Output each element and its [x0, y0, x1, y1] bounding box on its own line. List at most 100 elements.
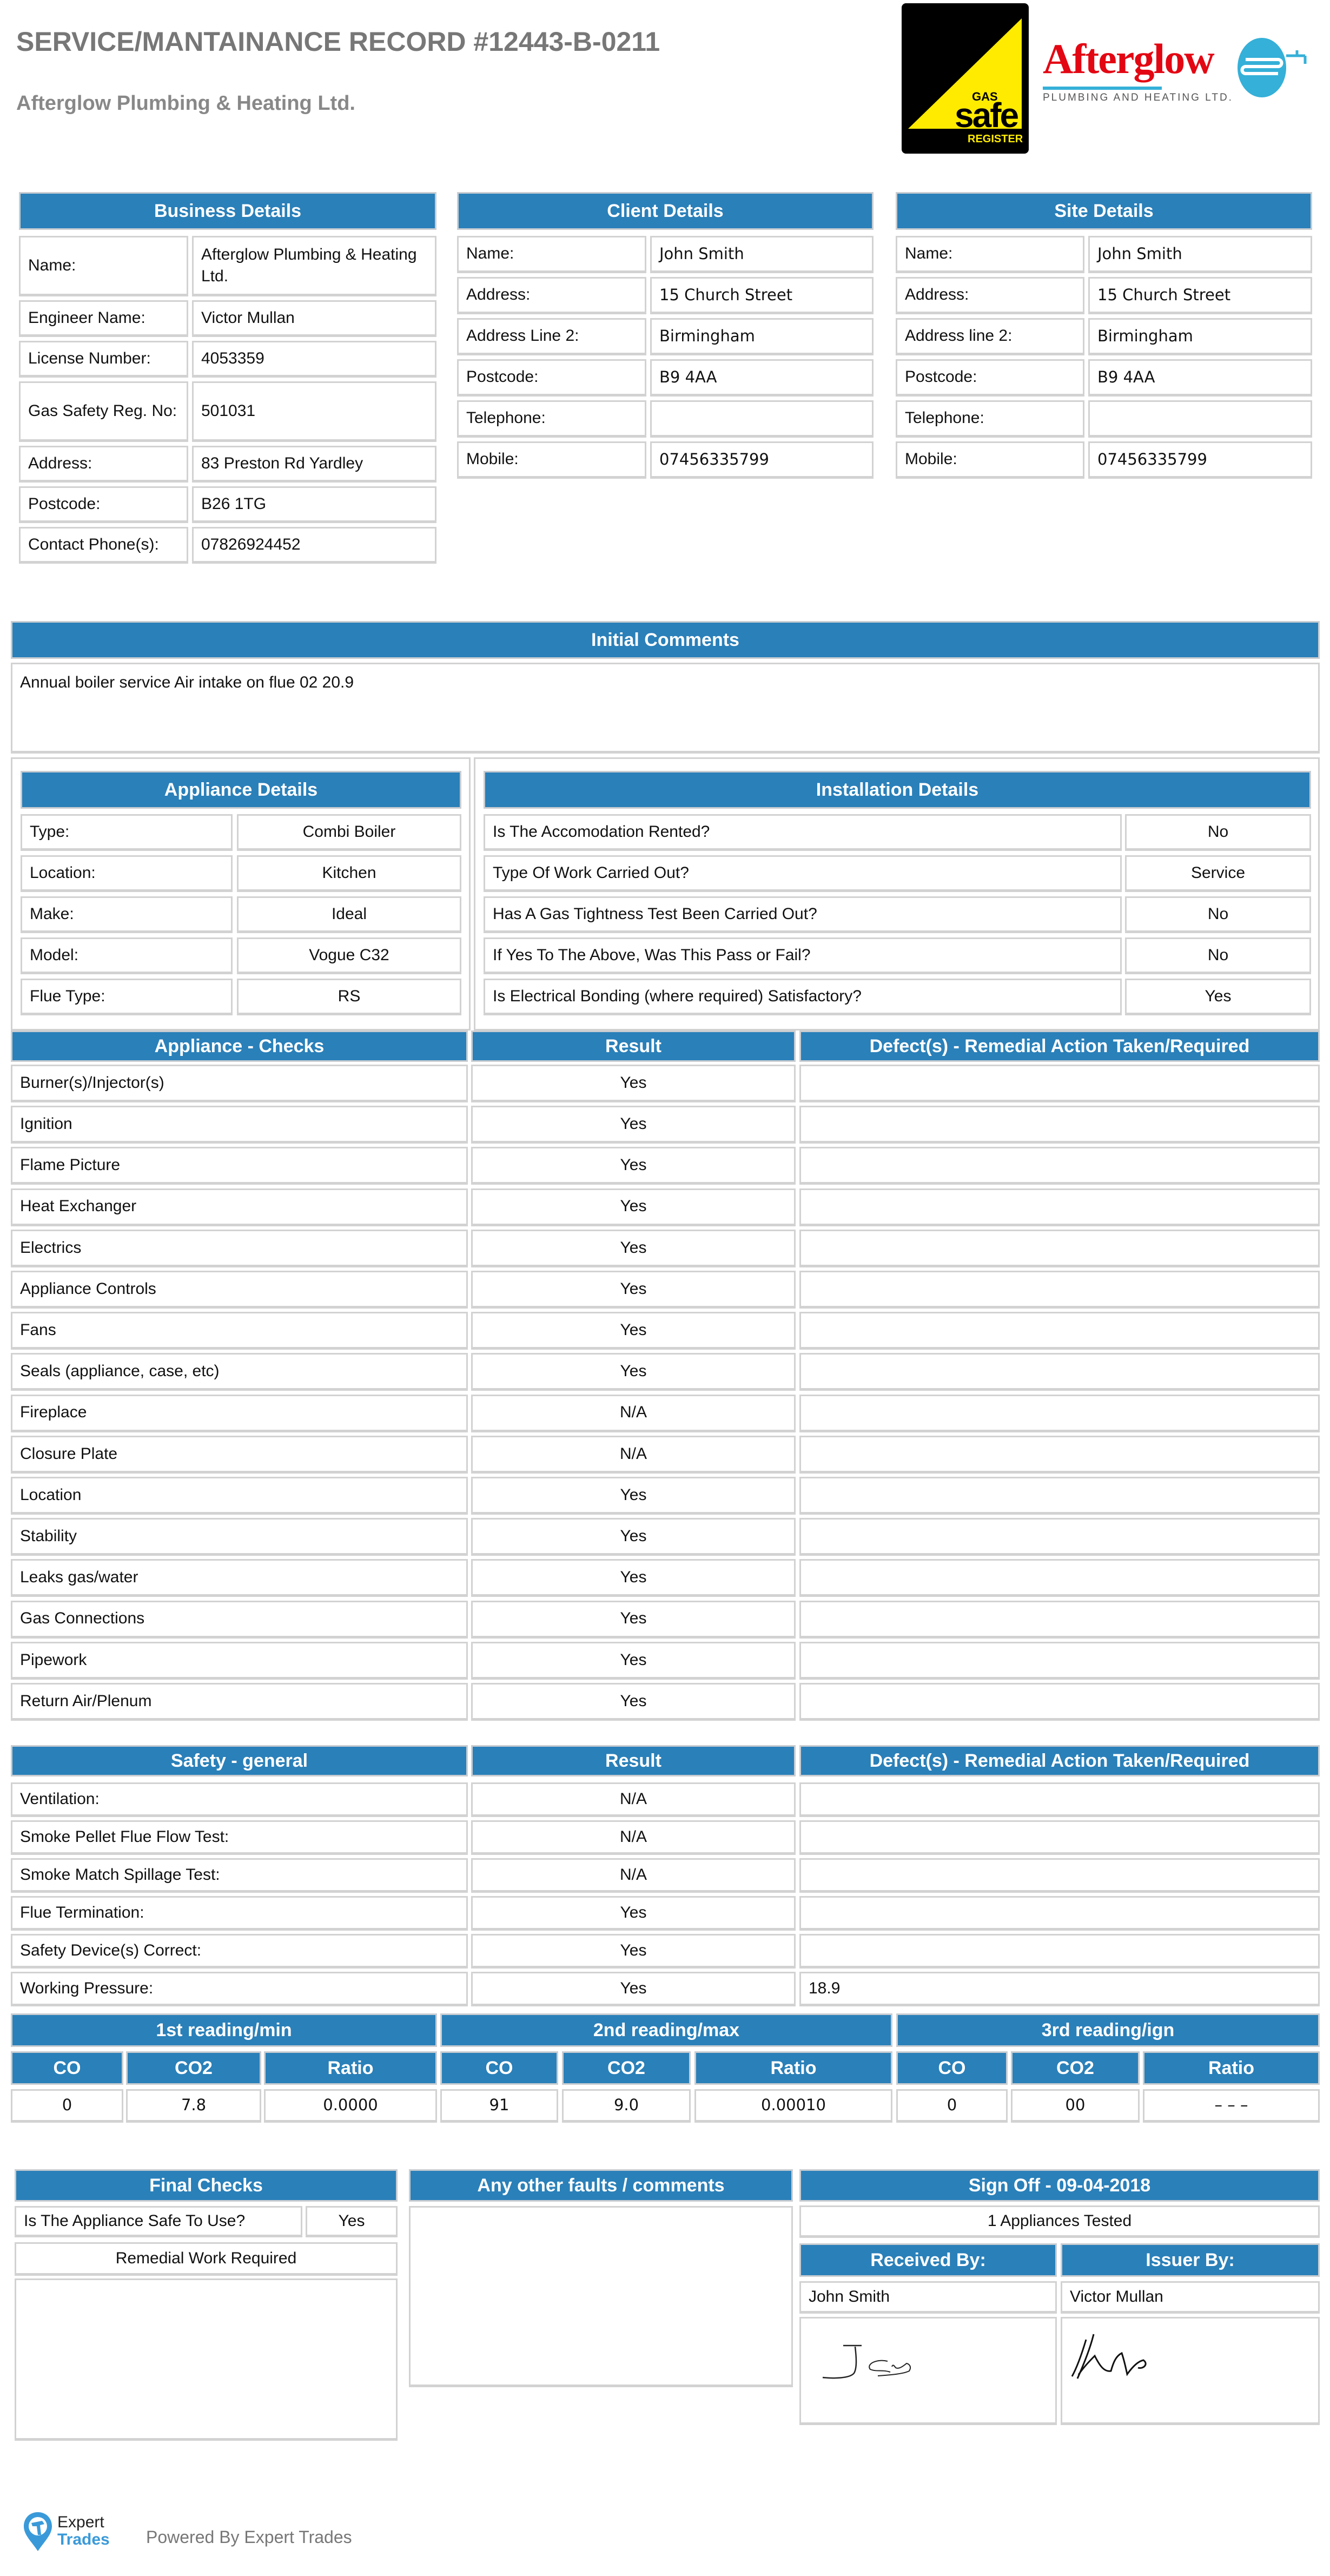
safety-row-result: Yes — [471, 1934, 796, 1969]
site-row-label: Postcode: — [896, 359, 1084, 397]
site-row-value: Birmingham — [1088, 318, 1312, 355]
checks-row-defect — [799, 1600, 1320, 1639]
expert-trades-logo: Expert Trades — [22, 2510, 124, 2553]
site-details-header: Site Details — [896, 192, 1312, 230]
issuer-by-name: Victor Mullan — [1061, 2281, 1320, 2314]
site-row-label: Mobile: — [896, 441, 1084, 479]
checks-row-label: Location — [11, 1477, 468, 1515]
reading-group-header: 2nd reading/max — [440, 2013, 892, 2047]
reading-value: 9.0 — [562, 2089, 691, 2123]
safety-row-label: Safety Device(s) Correct: — [11, 1934, 468, 1969]
safety-row-result: Yes — [471, 1896, 796, 1931]
business-row-label: Gas Safety Reg. No: — [19, 381, 188, 442]
safety-row-label: Ventilation: — [11, 1782, 468, 1817]
afterglow-logo-name: Afterglow — [1043, 35, 1215, 82]
site-row-label: Name: — [896, 236, 1084, 273]
checks-row-result: Yes — [471, 1147, 796, 1185]
checks-row-defect — [799, 1394, 1320, 1432]
received-by-header: Received By: — [799, 2243, 1057, 2277]
reading-column-header: CO2 — [126, 2051, 261, 2085]
appliance-row-label: Flue Type: — [21, 979, 233, 1015]
business-row-value: 83 Preston Rd Yardley — [192, 446, 436, 483]
checks-row-defect — [799, 1312, 1320, 1350]
checks-row-defect — [799, 1641, 1320, 1680]
installation-row-value: No — [1125, 937, 1311, 974]
reading-group-header: 3rd reading/ign — [896, 2013, 1320, 2047]
checks-header-defects: Defect(s) - Remedial Action Taken/Requir… — [799, 1031, 1320, 1062]
gas-safe-logo: GAS safe REGISTER — [902, 3, 1029, 154]
safety-row-label: Flue Termination: — [11, 1896, 468, 1931]
client-row-label: Mobile: — [457, 441, 646, 479]
reading-value: 0.00010 — [694, 2089, 892, 2123]
checks-row-label: Seals (appliance, case, etc) — [11, 1353, 468, 1391]
installation-row-label: If Yes To The Above, Was This Pass or Fa… — [484, 937, 1122, 974]
safety-row-defect — [799, 1820, 1320, 1855]
final-checks-header: Final Checks — [15, 2169, 398, 2202]
checks-row-defect — [799, 1353, 1320, 1391]
issuer-by-header: Issuer By: — [1061, 2243, 1320, 2277]
checks-row-result: Yes — [471, 1641, 796, 1680]
appliance-row-label: Location: — [21, 855, 233, 892]
installation-details-header: Installation Details — [484, 771, 1311, 809]
checks-row-result: Yes — [471, 1683, 796, 1721]
checks-row-label: Stability — [11, 1518, 468, 1556]
reading-column-header: CO2 — [562, 2051, 691, 2085]
business-row-label: License Number: — [19, 341, 188, 378]
pipe-tap-icon — [1238, 38, 1307, 97]
installation-row-value: No — [1125, 814, 1311, 851]
safety-row-label: Working Pressure: — [11, 1972, 468, 2006]
checks-row-label: Gas Connections — [11, 1600, 468, 1639]
installation-row-label: Has A Gas Tightness Test Been Carried Ou… — [484, 896, 1122, 933]
reading-value: 0 — [896, 2089, 1008, 2123]
checks-row-defect — [799, 1188, 1320, 1226]
site-row-value: John Smith — [1088, 236, 1312, 273]
client-row-label: Address: — [457, 277, 646, 314]
business-row-value: Afterglow Plumbing & Heating Ltd. — [192, 236, 436, 296]
checks-row-label: Fans — [11, 1312, 468, 1350]
checks-row-defect — [799, 1683, 1320, 1721]
checks-row-result: Yes — [471, 1229, 796, 1267]
reading-column-header: Ratio — [264, 2051, 437, 2085]
sign-off-header: Sign Off - 09-04-2018 — [799, 2169, 1320, 2202]
checks-row-result: Yes — [471, 1188, 796, 1226]
site-row-value: 15 Church Street — [1088, 277, 1312, 314]
business-row-label: Address: — [19, 446, 188, 483]
client-row-value: B9 4AA — [650, 359, 874, 397]
checks-row-result: Yes — [471, 1106, 796, 1144]
site-row-label: Address line 2: — [896, 318, 1084, 355]
checks-header-name: Appliance - Checks — [11, 1031, 468, 1062]
checks-row-label: Return Air/Plenum — [11, 1683, 468, 1721]
installation-row-label: Is The Accomodation Rented? — [484, 814, 1122, 851]
other-faults-header: Any other faults / comments — [409, 2169, 793, 2202]
expert-trades-logo-bottom: Trades — [57, 2531, 110, 2548]
reading-value: 0.0000 — [264, 2089, 437, 2123]
client-row-value: 07456335799 — [650, 441, 874, 479]
checks-row-result: Yes — [471, 1312, 796, 1350]
client-row-label: Postcode: — [457, 359, 646, 397]
site-row-value: B9 4AA — [1088, 359, 1312, 397]
client-row-value — [650, 400, 874, 438]
received-by-signature-box — [799, 2317, 1057, 2425]
appliance-row-value: Vogue C32 — [237, 937, 461, 974]
appliance-safe-value: Yes — [306, 2206, 398, 2237]
safety-row-defect — [799, 1896, 1320, 1931]
business-row-label: Engineer Name: — [19, 300, 188, 337]
checks-row-result: Yes — [471, 1353, 796, 1391]
appliance-row-label: Make: — [21, 896, 233, 933]
reading-column-header: CO — [11, 2051, 123, 2085]
issuer-by-signature-box — [1061, 2317, 1320, 2425]
client-row-value: John Smith — [650, 236, 874, 273]
checks-row-result: Yes — [471, 1559, 796, 1597]
checks-header-result: Result — [471, 1031, 796, 1062]
checks-row-result: Yes — [471, 1477, 796, 1515]
issuer-by-signature-icon — [1071, 2334, 1147, 2379]
received-by-name: John Smith — [799, 2281, 1057, 2314]
installation-row-label: Is Electrical Bonding (where required) S… — [484, 979, 1122, 1015]
appliance-row-label: Model: — [21, 937, 233, 974]
afterglow-logo-tagline: PLUMBING AND HEATING LTD. — [1043, 92, 1233, 103]
business-row-label: Postcode: — [19, 486, 188, 523]
checks-row-defect — [799, 1559, 1320, 1597]
client-details-header: Client Details — [457, 192, 874, 230]
business-row-value: 4053359 — [192, 341, 436, 378]
safety-header-result: Result — [471, 1745, 796, 1776]
